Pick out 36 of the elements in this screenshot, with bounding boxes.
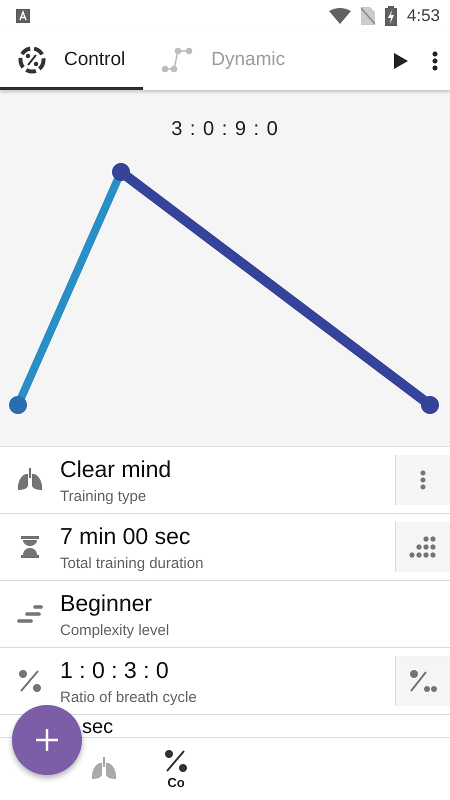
- graph-point: [9, 396, 27, 414]
- play-icon: [394, 53, 408, 69]
- row-action-button[interactable]: [395, 522, 450, 572]
- percent-icon: [18, 669, 42, 693]
- steps-icon: [17, 605, 43, 623]
- percent-icon: [164, 748, 188, 772]
- row-action-button[interactable]: [395, 455, 450, 505]
- setting-label: Training type: [60, 488, 148, 504]
- clock-time: 4:53: [406, 6, 440, 26]
- setting-value: sec: [82, 716, 114, 738]
- graph-icon: [161, 46, 194, 74]
- more-icon: [432, 51, 438, 71]
- hourglass-icon: [21, 536, 39, 558]
- dots-icon[interactable]: [409, 536, 437, 558]
- percent-circle-icon: [18, 46, 46, 74]
- no-sim-icon: [360, 7, 375, 25]
- nav-item[interactable]: Co: [158, 738, 194, 800]
- battery-icon: [384, 6, 397, 26]
- setting-label: Total training duration: [60, 554, 204, 572]
- row-action-button[interactable]: [395, 656, 450, 706]
- graph-point: [112, 163, 130, 181]
- plus-icon: [36, 729, 58, 751]
- setting-label: Ratio of breath cycle: [60, 688, 198, 706]
- ratio-title: 3 : 0 : 9 : 0: [171, 118, 279, 141]
- graph-point: [421, 396, 439, 414]
- notification-icon: [16, 9, 30, 23]
- lungs-icon: [91, 757, 117, 781]
- setting-value: 1 : 0 : 3 : 0: [60, 656, 170, 684]
- setting-value: Beginner: [60, 590, 154, 616]
- wifi-icon: [328, 8, 351, 24]
- ratio-icon[interactable]: [409, 669, 437, 693]
- setting-value: Clear mind: [60, 456, 172, 482]
- more-icon[interactable]: [420, 470, 426, 490]
- setting-label: Complexity level: [60, 622, 170, 638]
- lungs-icon: [17, 468, 43, 492]
- setting-value: 7 min 00 sec: [60, 522, 192, 550]
